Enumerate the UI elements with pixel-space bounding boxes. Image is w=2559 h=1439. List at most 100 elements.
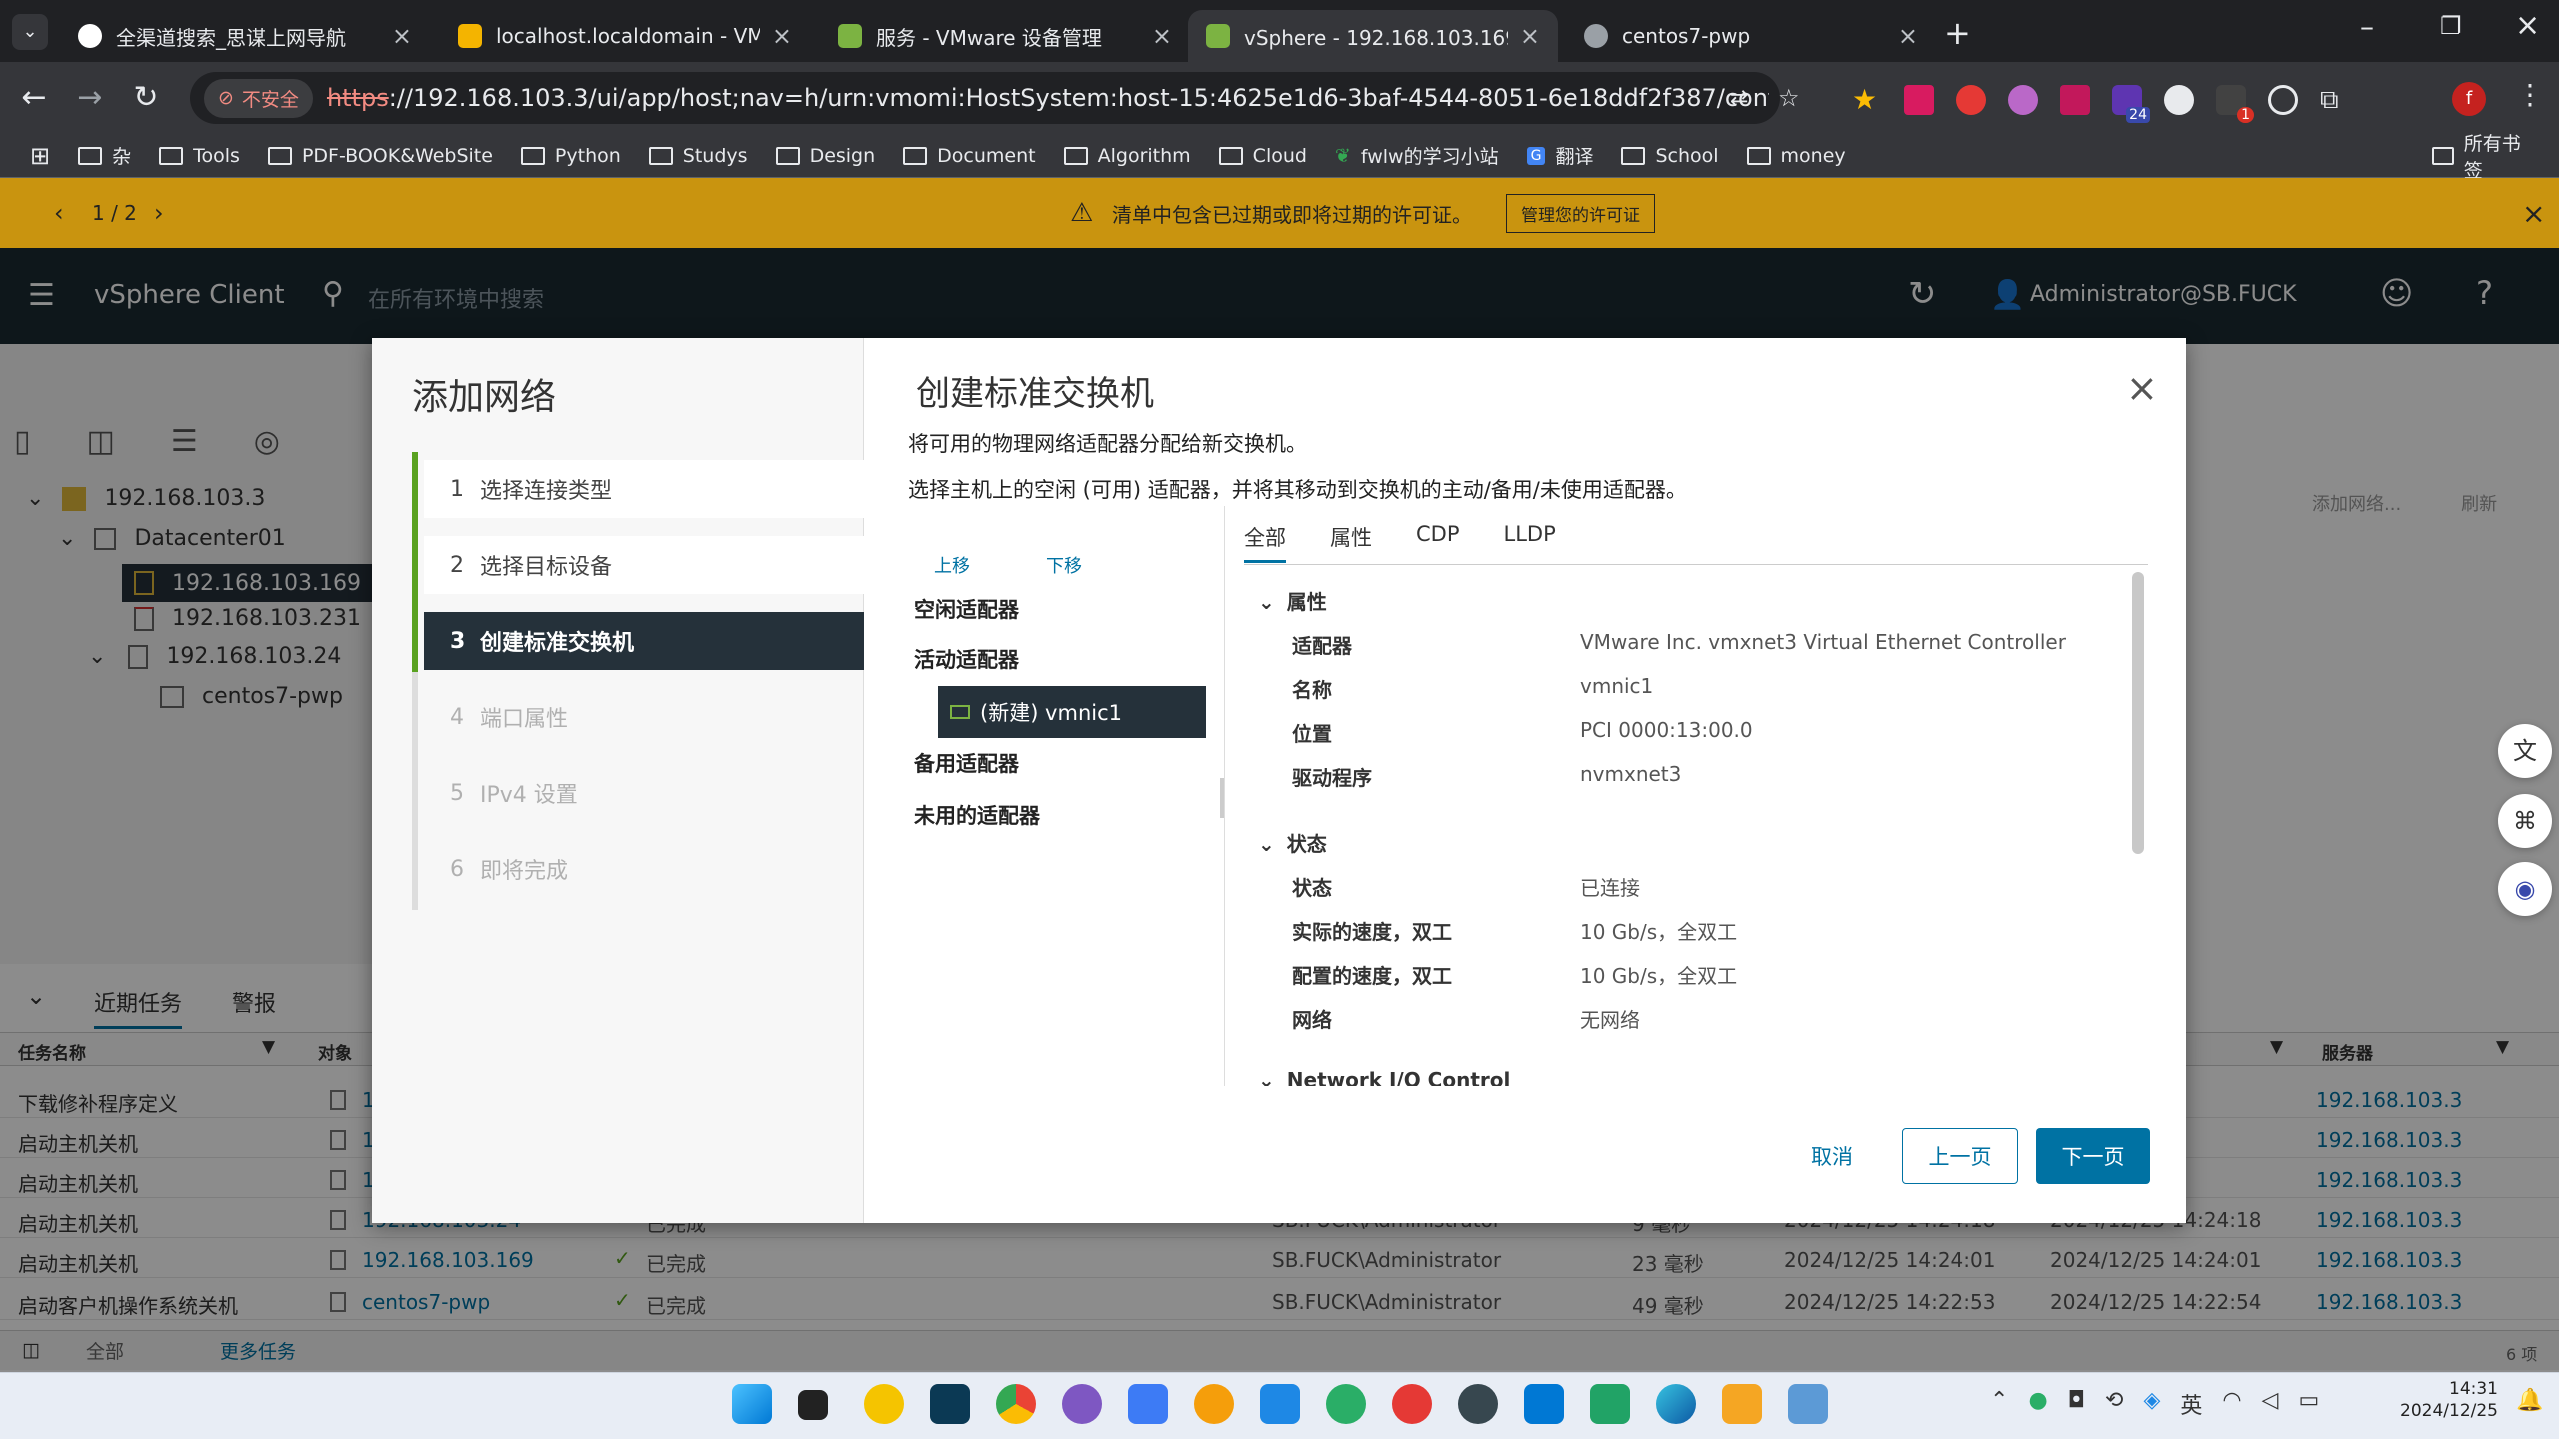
move-up-button[interactable]: 上移 [934, 552, 970, 578]
scrollbar-thumb[interactable] [2132, 572, 2144, 854]
tab-cdp[interactable]: CDP [1416, 522, 1460, 563]
wizard-step-1[interactable]: 1 选择连接类型 [424, 460, 864, 518]
close-tab-icon[interactable]: × [1898, 22, 1918, 50]
translate-float-icon[interactable]: 文 [2498, 724, 2552, 778]
details-scroll-area[interactable]: ⌄ 属性 适配器 VMware Inc. vmxnet3 Virtual Ether… [1244, 566, 2148, 1086]
address-bar[interactable]: ⊘ 不安全 https://192.168.103.3/ui/app/host;n… [190, 72, 1800, 124]
translate-icon[interactable]: ⇄ [1730, 86, 1748, 111]
volume-icon[interactable]: ◁ [2262, 1388, 2279, 1420]
assistant-float-icon[interactable]: ◉ [2498, 862, 2552, 916]
browser-tab[interactable]: localhost.localdomain - VMware × [440, 10, 810, 62]
bookmark-folder[interactable]: Python [520, 145, 621, 167]
vmware-icon[interactable] [1722, 1384, 1762, 1424]
wizard-step-2[interactable]: 2 选择目标设备 [424, 536, 864, 594]
bookmark-folder[interactable]: Tools [159, 145, 240, 167]
app-icon[interactable] [930, 1384, 970, 1424]
free-adapters-group[interactable]: 空闲适配器 [914, 594, 1019, 624]
browser-tab[interactable]: 全渠道搜索_思谋上网导航 × [60, 10, 430, 62]
start-icon[interactable] [732, 1384, 772, 1424]
bookmark-folder[interactable]: 杂 [78, 142, 131, 169]
ime-indicator[interactable]: 英 [2180, 1388, 2202, 1420]
bookmark-folder[interactable]: Algorithm [1063, 145, 1191, 167]
notification-bell-icon[interactable]: 🔔 [2516, 1388, 2543, 1413]
bookmark-folder[interactable]: Design [775, 145, 875, 167]
music-icon[interactable] [1392, 1384, 1432, 1424]
bookmark-link[interactable]: G 翻译 [1526, 142, 1593, 169]
all-bookmarks-folder[interactable]: 所有书签 [2432, 129, 2531, 183]
minus-extension-icon[interactable] [2060, 85, 2090, 115]
tab-all[interactable]: 全部 [1244, 522, 1286, 563]
bookmark-folder[interactable]: Studys [648, 145, 748, 167]
tab-lldp[interactable]: LLDP [1504, 522, 1556, 563]
puzzle-icon[interactable]: ⧉ [2320, 85, 2350, 115]
bookmark-folder[interactable]: Document [903, 145, 1036, 167]
move-down-button[interactable]: 下移 [1046, 552, 1082, 578]
clock[interactable]: 14:31 2024/12/25 [2398, 1378, 2498, 1422]
section-nioc-header[interactable]: ⌄ Network I/O Control [1258, 1068, 1510, 1086]
tray-app-icon[interactable]: ◘ [2068, 1388, 2085, 1420]
star-extension-icon[interactable]: ★ [1852, 85, 1882, 115]
close-tab-icon[interactable]: × [1520, 22, 1540, 50]
translate-extension-icon[interactable] [1904, 85, 1934, 115]
next-button[interactable]: 下一页 [2036, 1128, 2150, 1184]
browser-menu-icon[interactable]: ⋮ [2516, 78, 2544, 111]
back-icon[interactable]: ← [16, 80, 52, 116]
close-tab-icon[interactable]: × [772, 22, 792, 50]
section-status-header[interactable]: ⌄ 状态 [1258, 828, 1327, 857]
manage-license-button[interactable]: 管理您的许可证 [1506, 193, 1655, 233]
standby-adapters-group[interactable]: 备用适配器 [914, 748, 1019, 778]
extension-24-icon[interactable]: 24 [2112, 85, 2150, 123]
close-icon[interactable]: × [2522, 197, 2545, 230]
adapter-item-selected[interactable]: (新建) vmnic1 [938, 686, 1206, 738]
profile-avatar[interactable]: f [2452, 82, 2486, 116]
extension-1-icon[interactable]: 1 [2216, 85, 2254, 123]
back-button[interactable]: 上一页 [1902, 1128, 2018, 1184]
insecure-badge[interactable]: ⊘ 不安全 [204, 78, 313, 118]
wizard-step-3[interactable]: 3 创建标准交换机 [424, 612, 864, 670]
wifi-icon[interactable]: ◠ [2222, 1388, 2241, 1420]
bot-extension-icon[interactable] [2164, 85, 2194, 115]
browser-tab[interactable]: centos7-pwp × [1566, 10, 1936, 62]
close-window-button[interactable]: × [2515, 8, 2540, 43]
app-icon[interactable] [864, 1384, 904, 1424]
unused-adapters-group[interactable]: 未用的适配器 [914, 800, 1040, 830]
section-properties-header[interactable]: ⌄ 属性 [1258, 586, 1327, 615]
bookmark-folder[interactable]: PDF-BOOK&WebSite [267, 145, 493, 167]
active-adapters-group[interactable]: 活动适配器 [914, 644, 1019, 674]
monitor-icon[interactable] [1788, 1384, 1828, 1424]
tray-chevron-icon[interactable]: ⌃ [1990, 1388, 2008, 1420]
chrome-icon[interactable] [996, 1384, 1036, 1424]
app-icon[interactable] [1128, 1384, 1168, 1424]
edge-icon[interactable] [1656, 1384, 1696, 1424]
bookmark-folder[interactable]: Cloud [1218, 145, 1307, 167]
close-tab-icon[interactable]: × [1152, 22, 1172, 50]
wechat-icon[interactable] [1326, 1384, 1366, 1424]
vscode-icon[interactable] [1524, 1384, 1564, 1424]
app-icon[interactable] [1590, 1384, 1630, 1424]
compass-extension-icon[interactable] [2268, 85, 2298, 115]
pinwheel-extension-icon[interactable] [2008, 85, 2038, 115]
tray-wechat-icon[interactable]: ● [2028, 1388, 2047, 1420]
tab-search-button[interactable]: ⌄ [12, 14, 48, 50]
tray-sync-icon[interactable]: ⟲ [2105, 1388, 2123, 1420]
grid-float-icon[interactable]: ⌘ [2498, 794, 2552, 848]
task-view-icon[interactable] [798, 1390, 828, 1420]
app-icon[interactable] [1062, 1384, 1102, 1424]
minimize-button[interactable]: – [2360, 10, 2374, 43]
close-icon[interactable]: × [2126, 366, 2158, 410]
bookmark-star-icon[interactable]: ☆ [1778, 84, 1800, 112]
app-icon[interactable] [1260, 1384, 1300, 1424]
bookmark-link[interactable]: ❦ fwlw的学习小站 [1335, 142, 1499, 169]
apps-grid-icon[interactable]: ⊞ [30, 142, 50, 170]
new-tab-button[interactable]: + [1944, 14, 1971, 52]
forward-icon[interactable]: → [72, 80, 108, 116]
next-arrow-icon[interactable]: › [154, 199, 164, 227]
adblock-extension-icon[interactable] [1956, 85, 1986, 115]
bookmark-folder[interactable]: money [1746, 145, 1846, 167]
prev-arrow-icon[interactable]: ‹ [54, 199, 64, 227]
bookmark-folder[interactable]: School [1621, 145, 1719, 167]
search-app-icon[interactable] [1194, 1384, 1234, 1424]
browser-tab[interactable]: 服务 - VMware 设备管理 × [820, 10, 1190, 62]
app-icon[interactable] [1458, 1384, 1498, 1424]
tab-properties[interactable]: 属性 [1330, 522, 1372, 563]
